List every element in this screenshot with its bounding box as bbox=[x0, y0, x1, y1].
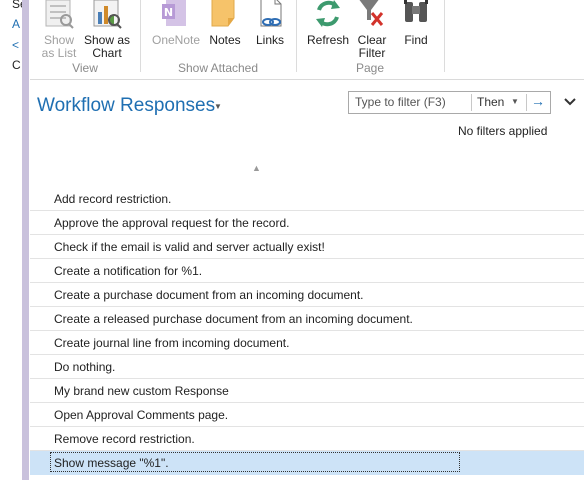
workflow-responses-window: Show as List Show as Chart N OneNote Not… bbox=[30, 0, 584, 480]
links-icon bbox=[260, 0, 282, 27]
responses-list: Add record restriction. Approve the appro… bbox=[30, 187, 584, 475]
onenote-button[interactable]: N OneNote bbox=[149, 0, 203, 47]
links-label: Links bbox=[255, 33, 284, 47]
list-view-icon bbox=[45, 0, 74, 29]
find-button[interactable]: Find bbox=[400, 0, 432, 47]
bg-link-2: < bbox=[12, 38, 20, 52]
window-side-bar bbox=[22, 0, 29, 480]
group-label-page: Page bbox=[355, 61, 385, 75]
list-item-text: Create a released purchase document from… bbox=[54, 312, 413, 326]
apply-filter-arrow-icon[interactable]: → bbox=[531, 93, 545, 109]
refresh-label: Refresh bbox=[306, 33, 350, 47]
list-item[interactable]: Approve the approval request for the rec… bbox=[30, 211, 584, 235]
show-as-list-label-2: as List bbox=[41, 46, 77, 60]
list-item[interactable]: Open Approval Comments page. bbox=[30, 403, 584, 427]
list-item[interactable]: Do nothing. bbox=[30, 355, 584, 379]
show-as-list-button[interactable]: Show as List bbox=[40, 0, 78, 60]
background-page-strip: Se A < C bbox=[0, 0, 27, 480]
group-label-show-attached: Show Attached bbox=[177, 61, 259, 75]
chart-view-icon bbox=[93, 0, 122, 29]
then-dropdown-arrow-icon[interactable]: ▼ bbox=[511, 97, 519, 106]
list-item[interactable]: Create a released purchase document from… bbox=[30, 307, 584, 331]
list-item-text: Approve the approval request for the rec… bbox=[54, 216, 290, 230]
filter-status: No filters applied bbox=[458, 124, 548, 138]
list-item-text: Remove record restriction. bbox=[54, 432, 195, 446]
list-item[interactable]: Create a notification for %1. bbox=[30, 259, 584, 283]
clear-filter-button[interactable]: Clear Filter bbox=[352, 0, 392, 60]
list-item[interactable]: My brand new custom Response bbox=[30, 379, 584, 403]
bg-text-2: C bbox=[12, 58, 21, 72]
ribbon: Show as List Show as Chart N OneNote Not… bbox=[30, 0, 584, 80]
page-title[interactable]: Workflow Responses bbox=[37, 95, 215, 117]
list-item[interactable]: Show message "%1". bbox=[30, 451, 584, 475]
focus-rectangle bbox=[50, 452, 460, 472]
list-item[interactable]: Add record restriction. bbox=[30, 187, 584, 211]
list-item[interactable]: Check if the email is valid and server a… bbox=[30, 235, 584, 259]
binoculars-icon bbox=[404, 0, 428, 22]
filter-divider bbox=[526, 94, 527, 111]
group-label-view: View bbox=[72, 61, 98, 75]
filter-bar: Type to filter (F3) Then ▼ → bbox=[348, 91, 551, 114]
list-item-text: Open Approval Comments page. bbox=[54, 408, 229, 422]
filter-input[interactable]: Type to filter (F3) bbox=[355, 95, 446, 109]
list-item-text: My brand new custom Response bbox=[54, 384, 229, 398]
bg-link-1: A bbox=[12, 17, 21, 31]
list-item-text: Add record restriction. bbox=[54, 192, 172, 206]
list-item[interactable]: Remove record restriction. bbox=[30, 427, 584, 451]
notes-label: Notes bbox=[209, 33, 241, 47]
then-dropdown[interactable]: Then bbox=[477, 95, 504, 109]
collapse-filter-chevron-icon[interactable] bbox=[564, 96, 576, 110]
list-item[interactable]: Create a purchase document from an incom… bbox=[30, 283, 584, 307]
list-item-text: Do nothing. bbox=[54, 360, 116, 374]
refresh-button[interactable]: Refresh bbox=[305, 0, 351, 47]
show-as-chart-button[interactable]: Show as Chart bbox=[82, 0, 132, 60]
title-dropdown-icon[interactable]: ▼ bbox=[214, 102, 222, 111]
filter-divider bbox=[471, 94, 472, 111]
notes-icon bbox=[211, 0, 235, 27]
onenote-icon: N bbox=[162, 0, 186, 26]
refresh-icon bbox=[316, 0, 340, 27]
show-as-chart-label-2: Chart bbox=[92, 46, 122, 60]
svg-text:N: N bbox=[164, 6, 173, 19]
notes-button[interactable]: Notes bbox=[206, 0, 244, 47]
ribbon-group-separator bbox=[444, 0, 445, 72]
sort-ascending-icon[interactable]: ▲ bbox=[252, 163, 261, 173]
list-item-text: Create journal line from incoming docume… bbox=[54, 336, 290, 350]
list-item-text: Check if the email is valid and server a… bbox=[54, 240, 325, 254]
clear-filter-label-2: Filter bbox=[358, 46, 386, 60]
list-item-text: Create a notification for %1. bbox=[54, 264, 203, 278]
list-item[interactable]: Create journal line from incoming docume… bbox=[30, 331, 584, 355]
links-button[interactable]: Links bbox=[252, 0, 288, 47]
list-item-text: Create a purchase document from an incom… bbox=[54, 288, 364, 302]
clear-filter-icon bbox=[359, 0, 384, 26]
onenote-label: OneNote bbox=[151, 33, 201, 47]
find-label: Find bbox=[404, 33, 428, 47]
